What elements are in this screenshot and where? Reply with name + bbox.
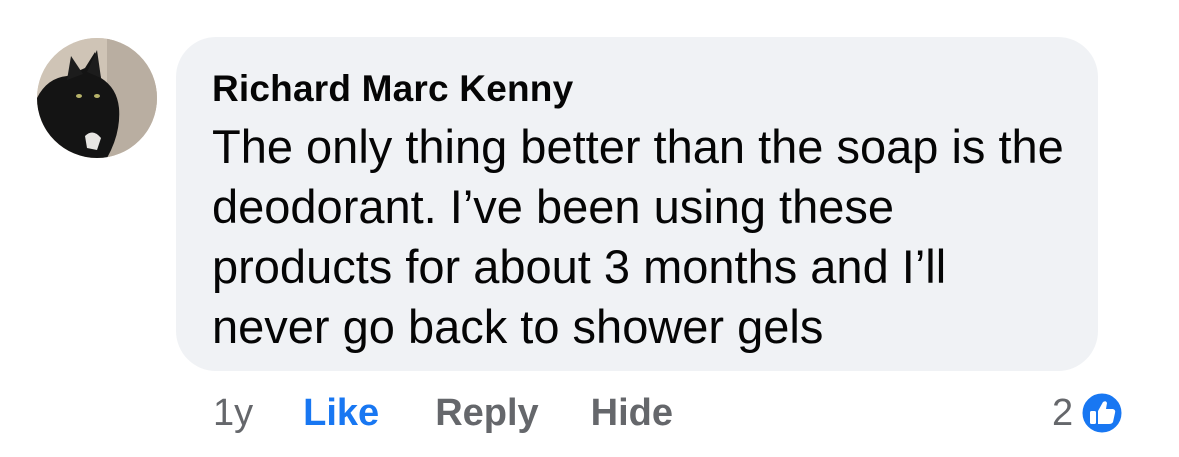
comment-text: The only thing better than the soap is t… — [212, 120, 1064, 353]
reaction-count: 2 — [1052, 391, 1074, 434]
comment-timestamp[interactable]: 1y — [213, 392, 253, 435]
comment-actions: 1y Like Reply Hide — [213, 385, 725, 441]
like-button[interactable]: Like — [303, 392, 379, 435]
black-cat-avatar-icon — [37, 38, 157, 158]
reaction-summary[interactable]: 2 — [1052, 385, 1125, 441]
comment-bubble: Richard Marc Kenny The only thing better… — [176, 37, 1098, 371]
hide-button[interactable]: Hide — [591, 392, 673, 435]
reply-button[interactable]: Reply — [435, 392, 538, 435]
avatar[interactable] — [37, 38, 157, 158]
comment: Richard Marc Kenny The only thing better… — [0, 0, 1179, 457]
thumbs-up-icon — [1079, 390, 1125, 436]
comment-author[interactable]: Richard Marc Kenny — [212, 65, 1062, 113]
